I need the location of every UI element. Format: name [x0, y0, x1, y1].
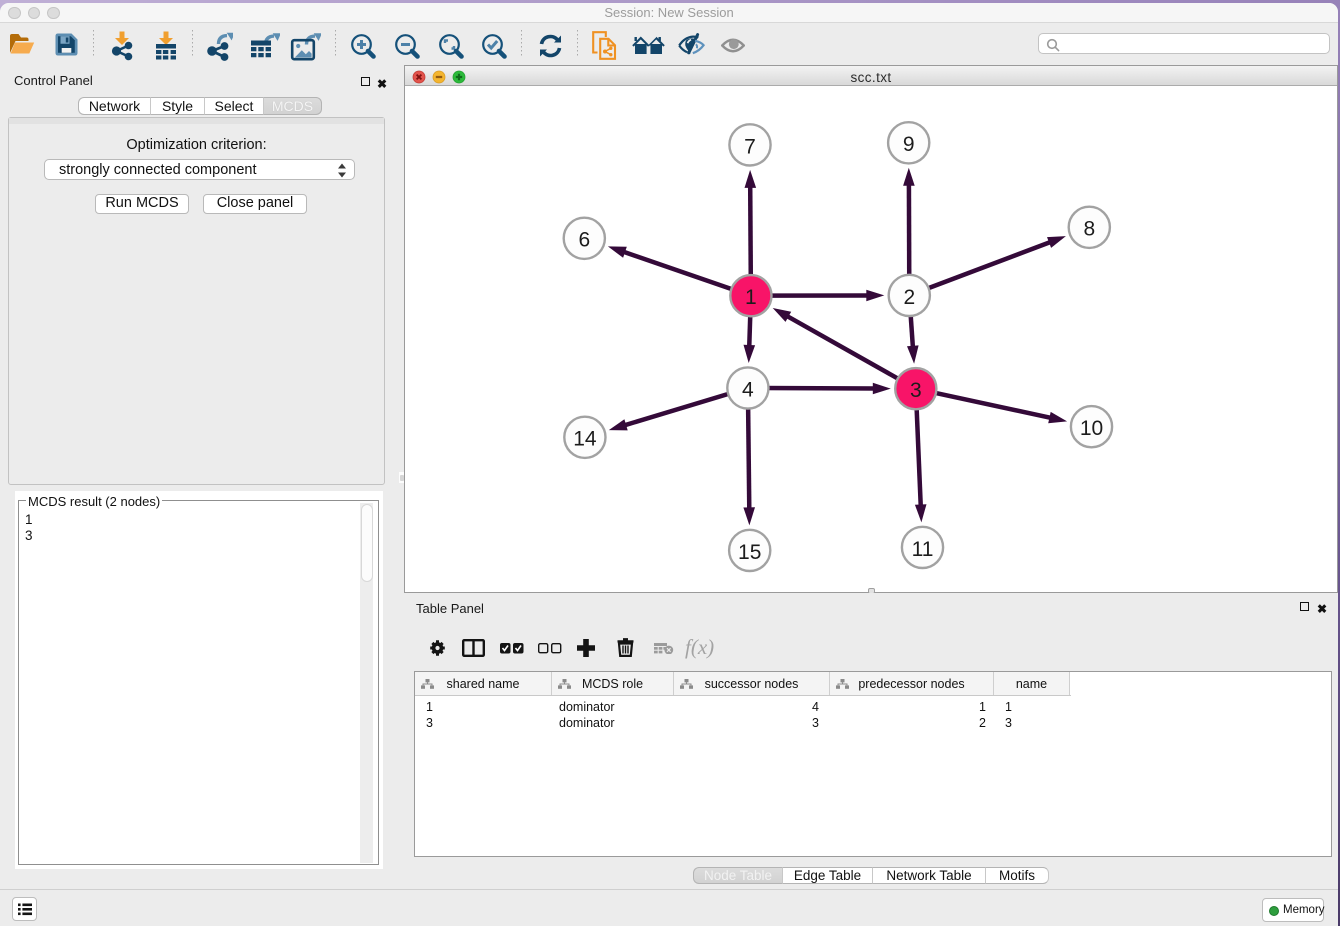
- svg-text:14: 14: [573, 428, 597, 451]
- svg-text:2: 2: [903, 286, 915, 309]
- svg-text:7: 7: [744, 135, 756, 158]
- svg-text:4: 4: [742, 378, 754, 401]
- svg-text:8: 8: [1083, 218, 1095, 241]
- svg-text:3: 3: [910, 379, 922, 402]
- svg-text:1: 1: [745, 286, 757, 309]
- svg-text:10: 10: [1080, 417, 1103, 440]
- svg-text:15: 15: [738, 541, 761, 564]
- svg-text:6: 6: [578, 229, 590, 252]
- svg-text:11: 11: [912, 538, 934, 561]
- svg-text:9: 9: [903, 133, 915, 156]
